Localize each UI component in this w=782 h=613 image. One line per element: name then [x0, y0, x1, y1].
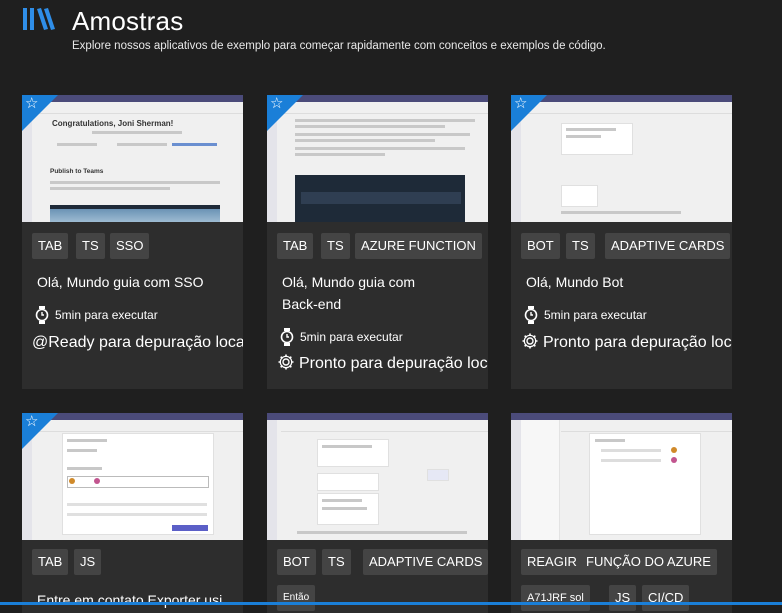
sample-thumbnail — [267, 413, 488, 540]
sample-card-react-azure-function[interactable]: REAGIR FUNÇÃO DO AZURE A71JRF sol JS CI/… — [511, 413, 732, 613]
sample-thumbnail — [511, 413, 732, 540]
tag: BOT — [521, 233, 560, 259]
gear-icon — [278, 354, 294, 370]
tag-list: BOT TS ADAPTIVE CARDS — [521, 233, 731, 259]
page-title: Amostras — [72, 6, 184, 36]
featured-star-icon: ☆ — [25, 413, 39, 430]
tag: JS — [609, 585, 637, 611]
tag: SSO — [110, 233, 150, 259]
tag: TAB — [32, 549, 69, 575]
tag: TS — [76, 233, 105, 259]
stopwatch-icon — [35, 306, 49, 324]
sample-card-hello-world-tab-backend[interactable]: ☆ TAB TS AZURE FUNCTION Olá, Mundo guia … — [267, 95, 488, 389]
tag: A71JRF sol — [521, 585, 590, 611]
debug-status: @Ready para depuração local — [32, 334, 243, 351]
featured-star-icon: ☆ — [514, 95, 528, 112]
tag-list: TAB JS — [32, 549, 239, 575]
tag: TS — [322, 549, 351, 575]
stopwatch-icon — [280, 328, 294, 346]
tag: TS — [321, 233, 350, 259]
tag: ADAPTIVE CARDS — [605, 233, 731, 259]
sample-card-hello-world-tab-sso[interactable]: Congratulations, Joni Sherman! Publish t… — [22, 95, 243, 389]
samples-library-icon — [23, 8, 55, 30]
sample-thumbnail: ☆ — [267, 95, 488, 222]
tag: BOT — [277, 549, 316, 575]
sample-thumbnail: ☆ — [22, 413, 243, 540]
sample-card-contact-exporter[interactable]: ☆ TAB JS Entre em contato Exporter usi — [22, 413, 243, 613]
sample-card-bot-adaptive-cards[interactable]: BOT TS ADAPTIVE CARDS Então — [267, 413, 488, 613]
debug-status: Pronto para depuração local — [521, 332, 732, 354]
run-time: 5min para executar — [280, 328, 403, 346]
tag: ADAPTIVE CARDS — [363, 549, 488, 575]
tag-list: TAB TS SSO — [32, 233, 239, 259]
tag: TAB — [277, 233, 314, 259]
tag: TAB — [32, 233, 69, 259]
sample-card-hello-world-bot[interactable]: ☆ BOT TS ADAPTIVE CARDS Olá, Mundo Bot 5… — [511, 95, 732, 389]
tag: Então — [277, 585, 316, 611]
tag: AZURE FUNCTION — [355, 233, 482, 259]
page-header: Amostras Explore nossos aplicativos de e… — [0, 0, 782, 70]
sample-title: Olá, Mundo guia com Back-end — [282, 274, 416, 312]
featured-star-icon: ☆ — [270, 95, 284, 112]
sample-title: Olá, Mundo guia com SSO — [37, 274, 204, 290]
tag-list: TAB TS AZURE FUNCTION — [277, 233, 484, 259]
debug-status: Pronto para depuração local — [277, 353, 488, 375]
tag-list: BOT TS ADAPTIVE CARDS Então — [277, 549, 488, 611]
tag: FUNÇÃO DO AZURE — [580, 549, 717, 575]
tag: REAGIR — [521, 549, 583, 575]
sample-title: Olá, Mundo Bot — [526, 274, 624, 290]
run-time: 5min para executar — [524, 306, 647, 324]
tag-list: REAGIR FUNÇÃO DO AZURE A71JRF sol JS CI/… — [521, 549, 728, 611]
featured-star-icon: ☆ — [25, 95, 39, 112]
run-time: 5min para executar — [35, 306, 158, 324]
sample-thumbnail: ☆ — [511, 95, 732, 222]
stopwatch-icon — [524, 306, 538, 324]
page-subtitle: Explore nossos aplicativos de exemplo pa… — [72, 40, 606, 52]
tag: TS — [566, 233, 595, 259]
tag: CI/CD — [642, 585, 690, 611]
tag: JS — [74, 549, 102, 575]
sample-title: Entre em contato Exporter usi — [37, 592, 223, 608]
sample-thumbnail: Congratulations, Joni Sherman! Publish t… — [22, 95, 243, 222]
gear-icon — [522, 333, 538, 349]
